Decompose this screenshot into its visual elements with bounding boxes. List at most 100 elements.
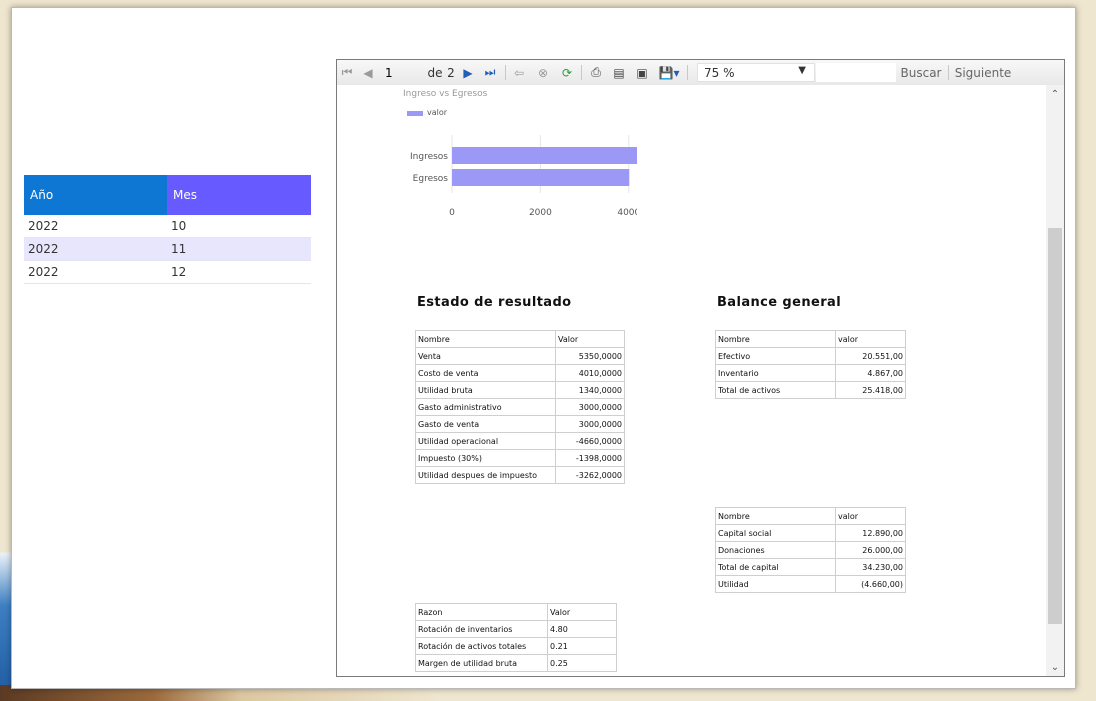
row-label: Costo de venta: [415, 364, 556, 382]
scroll-thumb[interactable]: [1048, 228, 1062, 624]
back-icon[interactable]: ⇦: [511, 60, 527, 85]
cell-ano: 2022: [28, 265, 59, 279]
table-header-row: Nombre Valor: [415, 330, 625, 348]
razon-row: Rotación de inventarios 4.80: [415, 620, 617, 638]
x-tick-label: 4000: [617, 208, 637, 218]
print-icon[interactable]: ⎙: [587, 60, 605, 85]
row-value: 34.230,00: [835, 558, 906, 576]
row-label: Capital social: [715, 524, 836, 542]
next-page-icon[interactable]: ▶: [461, 60, 475, 85]
estado-table: Nombre Valor Venta 5350,0000 Costo de venta 4…: [415, 330, 625, 484]
prev-page-icon[interactable]: ◀: [361, 60, 375, 85]
page-layout-icon[interactable]: ▤: [611, 60, 627, 85]
capital-row: Donaciones 26.000,00: [715, 541, 906, 559]
row-value: 4010,0000: [555, 364, 625, 382]
refresh-icon[interactable]: ⟳: [559, 60, 575, 85]
row-label: Gasto administrativo: [415, 398, 556, 416]
capital-table: Nombre valor Capital social 12.890,00 Donaci…: [715, 507, 906, 593]
row-value: 5350,0000: [555, 347, 625, 365]
page-number-input[interactable]: [383, 64, 423, 82]
column-header: Nombre: [715, 507, 836, 525]
column-header: Nombre: [415, 330, 556, 348]
capital-row: Utilidad (4.660,00): [715, 575, 906, 593]
category-label: Ingresos: [410, 152, 448, 162]
table-header-row: Nombre valor: [715, 507, 906, 525]
activos-row: Efectivo 20.551,00: [715, 347, 906, 365]
last-page-icon[interactable]: ⏭: [481, 60, 499, 85]
row-label: Utilidad bruta: [415, 381, 556, 399]
cell-mes: 11: [171, 242, 187, 256]
total-pages: 2: [447, 65, 455, 80]
grid-row[interactable]: 2022 10: [24, 215, 311, 238]
row-value: 12.890,00: [835, 524, 906, 542]
row-label: Total de activos: [715, 381, 836, 399]
find-button[interactable]: Buscar: [901, 60, 942, 85]
zoom-value: 75 %: [704, 66, 735, 80]
row-value: 1340,0000: [555, 381, 625, 399]
row-label: Utilidad: [715, 575, 836, 593]
row-value: 3000,0000: [555, 415, 625, 433]
razones-table: Razon Valor Rotación de inventarios 4.80 Rot…: [415, 603, 617, 672]
activos-table: Nombre valor Efectivo 20.551,00 Inventario 4.…: [715, 330, 906, 399]
row-label: Gasto de venta: [415, 415, 556, 433]
estado-row: Costo de venta 4010,0000: [415, 364, 625, 382]
column-header: valor: [835, 330, 906, 348]
estado-row: Impuesto (30%) -1398,0000: [415, 449, 625, 467]
capital-row: Capital social 12.890,00: [715, 524, 906, 542]
table-header-row: Nombre valor: [715, 330, 906, 348]
row-label: Total de capital: [715, 558, 836, 576]
cell-ano: 2022: [28, 242, 59, 256]
row-label: Venta: [415, 347, 556, 365]
estado-row: Gasto de venta 3000,0000: [415, 415, 625, 433]
estado-row: Utilidad despues de impuesto -3262,0000: [415, 466, 625, 484]
row-label: Impuesto (30%): [415, 449, 556, 467]
grid-row[interactable]: 2022 12: [24, 261, 311, 284]
report-content: Ingreso vs Egresos valor 0200040006000In…: [337, 85, 1046, 676]
activos-row: Inventario 4.867,00: [715, 364, 906, 382]
row-value: 26.000,00: [835, 541, 906, 559]
row-value: 4.867,00: [835, 364, 906, 382]
estado-row: Utilidad operacional -4660,0000: [415, 432, 625, 450]
row-label: Donaciones: [715, 541, 836, 559]
bar-chart: 0200040006000IngresosEgresos: [410, 135, 637, 218]
stop-icon[interactable]: ⊗: [535, 60, 551, 85]
cell-mes: 10: [171, 219, 187, 233]
row-value: (4.660,00): [835, 575, 906, 593]
razon-row: Margen de utilidad bruta 0.25: [415, 654, 617, 672]
page-setup-icon[interactable]: ▣: [633, 60, 651, 85]
activos-row: Total de activos 25.418,00: [715, 381, 906, 399]
row-label: Utilidad despues de impuesto: [415, 466, 556, 484]
cell-mes: 12: [171, 265, 187, 279]
first-page-icon[interactable]: ⏮: [339, 60, 355, 85]
row-value: -1398,0000: [555, 449, 625, 467]
next-button[interactable]: Siguiente: [955, 60, 1012, 85]
x-tick-label: 0: [449, 208, 455, 218]
row-label: Rotación de inventarios: [415, 620, 548, 638]
report-viewer: ⏮ ◀ de 2 ▶ ⏭ ⇦ ⊗ ⟳ ⎙ ▤ ▣ 💾▾ 75 % ▼ Busca…: [336, 59, 1065, 677]
column-header-mes[interactable]: Mes: [167, 175, 311, 215]
row-label: Utilidad operacional: [415, 432, 556, 450]
column-header: Nombre: [715, 330, 836, 348]
capital-row: Total de capital 34.230,00: [715, 558, 906, 576]
column-header: valor: [835, 507, 906, 525]
column-header: Razon: [415, 603, 548, 621]
scroll-up-icon[interactable]: ⌃: [1046, 85, 1064, 103]
find-input[interactable]: [816, 63, 896, 82]
row-value: 20.551,00: [835, 347, 906, 365]
export-icon[interactable]: 💾▾: [657, 60, 681, 85]
estado-title: Estado de resultado: [417, 295, 572, 310]
chevron-down-icon: ▼: [798, 65, 806, 76]
scroll-down-icon[interactable]: ⌄: [1046, 658, 1064, 676]
razon-row: Rotación de activos totales 0.21: [415, 637, 617, 655]
row-value: -3262,0000: [555, 466, 625, 484]
row-label: Inventario: [715, 364, 836, 382]
zoom-select[interactable]: 75 % ▼: [697, 63, 815, 82]
row-value: 0.25: [547, 654, 617, 672]
grid-row[interactable]: 2022 11: [24, 238, 311, 261]
row-value: 3000,0000: [555, 398, 625, 416]
vertical-scrollbar[interactable]: ⌃ ⌄: [1046, 85, 1064, 676]
row-label: Rotación de activos totales: [415, 637, 548, 655]
column-header-ano[interactable]: Año: [24, 175, 167, 215]
column-header: Valor: [547, 603, 617, 621]
bar-egresos: [452, 169, 630, 186]
